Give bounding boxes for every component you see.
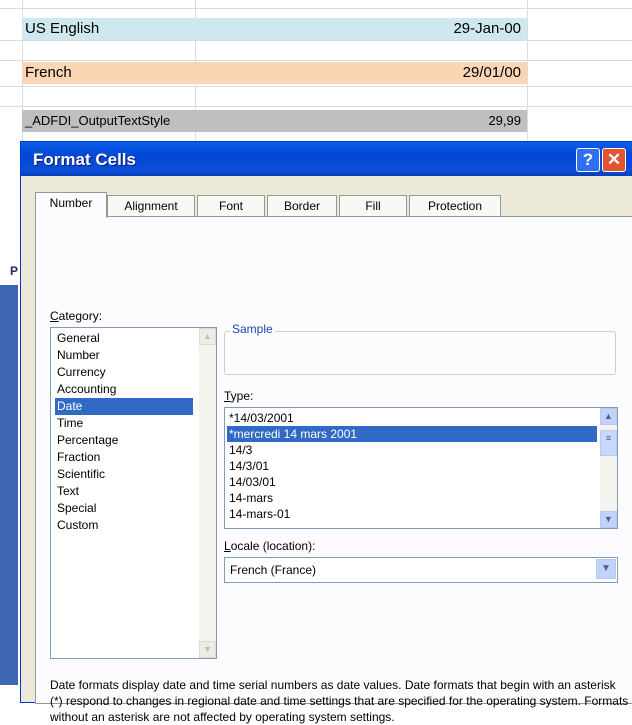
category-item[interactable]: Percentage: [55, 432, 193, 449]
category-item[interactable]: Accounting: [55, 381, 193, 398]
category-item[interactable]: Currency: [55, 364, 193, 381]
cell-value: 29,99: [488, 113, 521, 128]
type-item-selected[interactable]: *mercredi 14 mars 2001: [227, 426, 597, 442]
cell-value: 29/01/00: [462, 64, 521, 81]
tab-border[interactable]: Border: [267, 195, 337, 216]
dialog-titlebar[interactable]: Format Cells ? ✕: [21, 142, 632, 176]
format-cells-dialog: Format Cells ? ✕ Number Alignment Font B…: [20, 141, 632, 724]
type-scrollbar[interactable]: ▲ ≡ ▼: [600, 408, 617, 528]
scroll-down-icon[interactable]: ▼: [600, 511, 617, 528]
grid-line: [0, 86, 632, 87]
category-item[interactable]: Text: [55, 483, 193, 500]
category-item[interactable]: Custom: [55, 517, 193, 534]
dialog-title: Format Cells: [33, 150, 136, 169]
tab-alignment[interactable]: Alignment: [107, 195, 195, 216]
cell-label: _ADFDI_OutputTextStyle: [25, 113, 171, 128]
category-item[interactable]: Time: [55, 415, 193, 432]
cell-row-french[interactable]: French 29/01/00: [22, 62, 527, 84]
type-item[interactable]: 14/3: [227, 442, 597, 458]
category-label: Category:: [50, 309, 103, 323]
type-label: Type:: [224, 389, 254, 403]
chevron-down-icon[interactable]: ▼: [596, 559, 616, 579]
number-tab-panel: Category: General Number Currency Accoun…: [35, 216, 632, 724]
category-item[interactable]: Special: [55, 500, 193, 517]
background-window-edge: [0, 285, 18, 685]
cell-row-us-english[interactable]: US English 29-Jan-00: [22, 18, 527, 40]
cell-label: US English: [25, 20, 100, 37]
type-item[interactable]: 14-mars-01: [227, 506, 597, 522]
cell-value: 29-Jan-00: [453, 20, 521, 37]
category-listbox[interactable]: General Number Currency Accounting Date …: [50, 327, 217, 659]
category-scrollbar[interactable]: ▲ ▼: [199, 328, 216, 658]
close-button[interactable]: ✕: [602, 148, 626, 172]
scroll-up-icon[interactable]: ▲: [600, 408, 617, 425]
locale-label: Locale (location):: [224, 539, 316, 553]
grid-line: [0, 106, 632, 107]
tab-fill[interactable]: Fill: [339, 195, 407, 216]
category-item[interactable]: Number: [55, 347, 193, 364]
category-item[interactable]: Scientific: [55, 466, 193, 483]
scroll-thumb[interactable]: ≡: [600, 430, 617, 456]
grid-line: [0, 60, 632, 61]
locale-select[interactable]: French (France) ▼: [224, 557, 618, 583]
type-item[interactable]: 14/3/01: [227, 458, 597, 474]
cell-label: French: [25, 64, 72, 81]
grid-line: [0, 8, 632, 9]
type-item[interactable]: 14/03/01: [227, 474, 597, 490]
grid-line: [0, 40, 632, 41]
type-listbox[interactable]: *14/03/2001 *mercredi 14 mars 2001 14/3 …: [224, 407, 618, 529]
category-item[interactable]: General: [55, 330, 193, 347]
format-description: Date formats display date and time seria…: [50, 678, 629, 724]
tab-font[interactable]: Font: [197, 195, 265, 216]
type-item[interactable]: 14-mars: [227, 490, 597, 506]
help-button[interactable]: ?: [576, 148, 600, 172]
locale-value: French (France): [230, 563, 317, 577]
sample-label: Sample: [230, 322, 275, 336]
scroll-up-icon[interactable]: ▲: [199, 328, 216, 345]
category-item[interactable]: Fraction: [55, 449, 193, 466]
tab-protection[interactable]: Protection: [409, 195, 501, 216]
sample-group: [224, 331, 616, 375]
type-item[interactable]: *14/03/2001: [227, 410, 597, 426]
category-item-selected[interactable]: Date: [55, 398, 193, 415]
tab-number[interactable]: Number: [35, 192, 107, 218]
cell-row-output-text-style[interactable]: _ADFDI_OutputTextStyle 29,99: [22, 110, 527, 132]
background-window-letter: P: [10, 264, 19, 278]
scroll-down-icon[interactable]: ▼: [199, 641, 216, 658]
